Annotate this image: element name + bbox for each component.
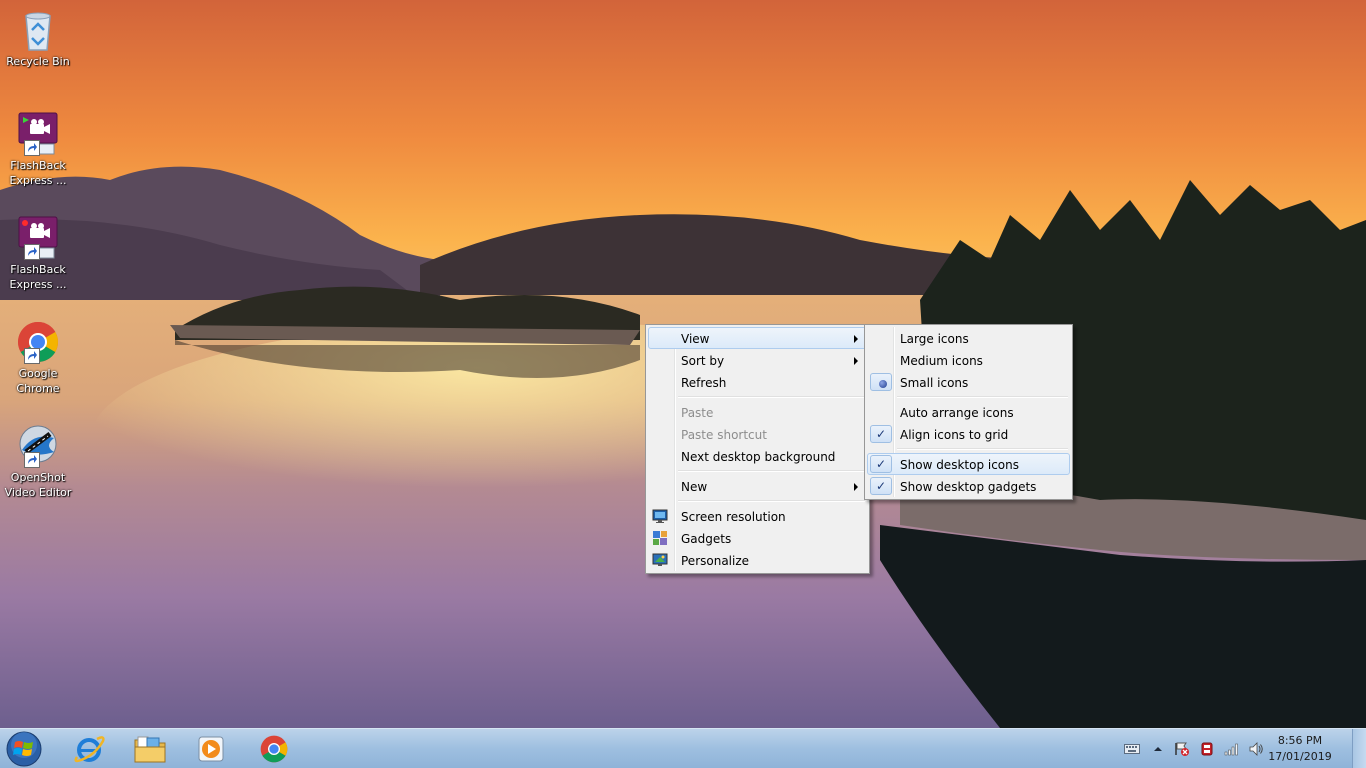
- menu-item-label: Next desktop background: [681, 450, 836, 464]
- flashback-player-icon: [14, 214, 62, 262]
- checkmark-icon: ✓: [870, 477, 892, 495]
- tray-network[interactable]: [1222, 729, 1242, 768]
- view-submenu: Large icons Medium icons Small icons Aut…: [864, 324, 1073, 500]
- start-button[interactable]: [4, 730, 44, 768]
- desktop-icon-google-chrome[interactable]: Google Chrome: [2, 318, 74, 396]
- gadgets-icon: [652, 530, 668, 546]
- menu-item-large-icons[interactable]: Large icons: [867, 327, 1070, 349]
- radio-selected-indicator: [870, 373, 892, 391]
- taskbar-clock[interactable]: 8:56 PM 17/01/2019: [1260, 733, 1340, 765]
- menu-item-label: Large icons: [900, 332, 969, 346]
- file-explorer-icon: [134, 736, 166, 763]
- menu-separator: [648, 393, 867, 401]
- desktop-context-menu: View Sort by Refresh Paste Paste shortcu…: [645, 324, 870, 574]
- show-hidden-icons-button[interactable]: [1150, 729, 1166, 768]
- menu-item-show-desktop-gadgets[interactable]: ✓ Show desktop gadgets: [867, 475, 1070, 497]
- desktop-icon-label: OpenShot Video Editor: [4, 471, 72, 499]
- menu-item-paste-shortcut[interactable]: Paste shortcut: [648, 423, 867, 445]
- tray-action-center[interactable]: [1172, 729, 1192, 768]
- screen-resolution-icon: [652, 508, 668, 524]
- desktop-icon-openshot[interactable]: OpenShot Video Editor: [2, 422, 74, 500]
- taskbar-file-explorer[interactable]: [121, 730, 179, 768]
- menu-item-new[interactable]: New: [648, 475, 867, 497]
- desktop-icon-flashback-recorder[interactable]: FlashBack Express ...: [2, 110, 74, 188]
- menu-item-label: Gadgets: [681, 532, 732, 546]
- submenu-arrow-icon: [854, 357, 858, 365]
- flashback-recorder-icon: [14, 110, 62, 158]
- keyboard-icon: [1124, 744, 1140, 754]
- clock-date: 17/01/2019: [1268, 750, 1332, 763]
- menu-item-label: View: [681, 332, 710, 346]
- media-player-icon: [198, 736, 224, 762]
- taskbar-media-player[interactable]: [182, 730, 240, 768]
- openshot-icon: [14, 422, 62, 470]
- menu-item-label: Auto arrange icons: [900, 406, 1014, 420]
- menu-item-small-icons[interactable]: Small icons: [867, 371, 1070, 393]
- show-desktop-button[interactable]: [1352, 729, 1366, 768]
- recycle-bin-icon: [14, 6, 62, 54]
- clock-time: 8:56 PM: [1277, 734, 1323, 747]
- radio-dot-icon: [879, 380, 887, 388]
- menu-separator: [867, 445, 1070, 453]
- taskbar-internet-explorer[interactable]: [60, 730, 118, 768]
- menu-item-medium-icons[interactable]: Medium icons: [867, 349, 1070, 371]
- menu-item-label: Paste shortcut: [681, 428, 767, 442]
- desktop-icon-label: Recycle Bin: [6, 55, 70, 68]
- shortcut-arrow-icon: [24, 244, 40, 260]
- personalize-icon: [652, 552, 668, 568]
- menu-separator: [648, 467, 867, 475]
- tray-antivirus[interactable]: [1197, 729, 1217, 768]
- desktop-icon-label: FlashBack Express ...: [9, 159, 67, 187]
- taskbar: 8:56 PM 17/01/2019: [0, 728, 1366, 768]
- menu-item-refresh[interactable]: Refresh: [648, 371, 867, 393]
- antivirus-icon: [1201, 742, 1213, 756]
- menu-item-label: Screen resolution: [681, 510, 786, 524]
- menu-separator: [867, 393, 1070, 401]
- menu-item-label: Show desktop icons: [900, 458, 1020, 472]
- menu-item-personalize[interactable]: Personalize: [648, 549, 867, 571]
- menu-item-label: Small icons: [900, 376, 969, 390]
- action-center-icon: [1175, 742, 1189, 756]
- windows-logo-icon: [6, 731, 42, 767]
- chrome-icon: [14, 318, 62, 366]
- menu-item-gadgets[interactable]: Gadgets: [648, 527, 867, 549]
- menu-item-align-icons-to-grid[interactable]: ✓ Align icons to grid: [867, 423, 1070, 445]
- chrome-icon: [260, 735, 288, 763]
- menu-item-screen-resolution[interactable]: Screen resolution: [648, 505, 867, 527]
- shortcut-arrow-icon: [24, 140, 40, 156]
- show-hidden-icons-arrow: [1154, 747, 1162, 751]
- menu-item-label: Medium icons: [900, 354, 983, 368]
- submenu-arrow-icon: [854, 335, 858, 343]
- menu-item-next-desktop-background[interactable]: Next desktop background: [648, 445, 867, 467]
- menu-item-auto-arrange-icons[interactable]: Auto arrange icons: [867, 401, 1070, 423]
- menu-item-show-desktop-icons[interactable]: ✓ Show desktop icons: [867, 453, 1070, 475]
- menu-item-sort-by[interactable]: Sort by: [648, 349, 867, 371]
- internet-explorer-icon: [74, 736, 105, 763]
- taskbar-google-chrome[interactable]: [245, 730, 303, 768]
- desktop-icon-label: FlashBack Express ...: [9, 263, 67, 291]
- desktop-icon-recycle-bin[interactable]: Recycle Bin: [2, 6, 74, 69]
- network-signal-icon: [1224, 743, 1238, 756]
- menu-item-paste[interactable]: Paste: [648, 401, 867, 423]
- checkmark-icon: ✓: [870, 425, 892, 443]
- submenu-arrow-icon: [854, 483, 858, 491]
- menu-item-label: New: [681, 480, 708, 494]
- menu-item-view[interactable]: View: [648, 327, 867, 349]
- menu-item-label: Sort by: [681, 354, 725, 368]
- menu-item-label: Paste: [681, 406, 714, 420]
- tray-keyboard[interactable]: [1122, 729, 1142, 768]
- desktop-icon-label: Google Chrome: [16, 367, 60, 395]
- shortcut-arrow-icon: [24, 452, 40, 468]
- menu-item-label: Refresh: [681, 376, 727, 390]
- desktop-icon-flashback-player[interactable]: FlashBack Express ...: [2, 214, 74, 292]
- menu-separator: [648, 497, 867, 505]
- menu-item-label: Personalize: [681, 554, 750, 568]
- checkmark-icon: ✓: [870, 455, 892, 473]
- menu-item-label: Show desktop gadgets: [900, 480, 1037, 494]
- menu-item-label: Align icons to grid: [900, 428, 1009, 442]
- shortcut-arrow-icon: [24, 348, 40, 364]
